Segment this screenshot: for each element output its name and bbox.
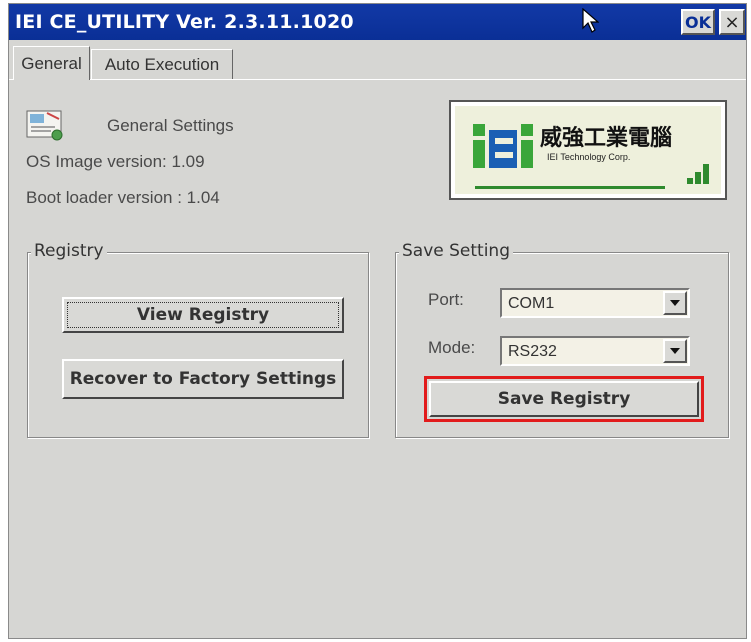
- view-registry-button[interactable]: View Registry: [62, 297, 344, 333]
- port-select[interactable]: COM1: [500, 288, 690, 318]
- iei-logo-mark: [473, 124, 533, 168]
- close-button[interactable]: ×: [719, 9, 745, 35]
- chevron-down-icon[interactable]: [663, 339, 687, 363]
- mode-select-value: RS232: [508, 343, 557, 360]
- tab-auto-execution[interactable]: Auto Execution: [91, 49, 233, 79]
- tab-general[interactable]: General: [13, 46, 90, 80]
- tab-bar: General Auto Execution: [9, 46, 746, 80]
- port-label: Port:: [428, 290, 464, 309]
- save-setting-legend: Save Setting: [399, 241, 514, 261]
- window-title: IEI CE_UTILITY Ver. 2.3.11.1020: [15, 11, 354, 33]
- logo-company-name: IEI Technology Corp.: [547, 152, 631, 162]
- general-settings-icon: [26, 110, 63, 141]
- logo-underline: [475, 186, 665, 189]
- port-select-value: COM1: [508, 295, 555, 312]
- mode-label: Mode:: [428, 338, 476, 357]
- logo-cjk-text: 威強工業電腦: [540, 126, 673, 151]
- ok-button[interactable]: OK: [681, 9, 715, 35]
- app-window: IEI CE_UTILITY Ver. 2.3.11.1020 OK × Gen…: [8, 3, 747, 639]
- boot-loader-version: Boot loader version : 1.04: [26, 188, 220, 207]
- registry-legend: Registry: [31, 241, 107, 261]
- chevron-down-icon[interactable]: [663, 291, 687, 315]
- registry-group: Registry View Registry Recover to Factor…: [27, 241, 369, 438]
- logo-steps-mark: [687, 164, 709, 184]
- title-bar: IEI CE_UTILITY Ver. 2.3.11.1020 OK ×: [9, 4, 746, 40]
- save-registry-button[interactable]: Save Registry: [429, 381, 699, 417]
- iei-logo: 威強工業電腦 IEI Technology Corp.: [449, 100, 727, 200]
- os-image-version: OS Image version: 1.09: [26, 152, 205, 171]
- recover-factory-settings-button[interactable]: Recover to Factory Settings: [62, 359, 344, 399]
- save-setting-group: Save Setting Port: COM1 Mode: RS232 Save…: [395, 241, 729, 438]
- mouse-pointer-icon: [582, 8, 599, 33]
- tab-divider: [9, 79, 746, 80]
- mode-select[interactable]: RS232: [500, 336, 690, 366]
- general-settings-heading: General Settings: [107, 116, 234, 135]
